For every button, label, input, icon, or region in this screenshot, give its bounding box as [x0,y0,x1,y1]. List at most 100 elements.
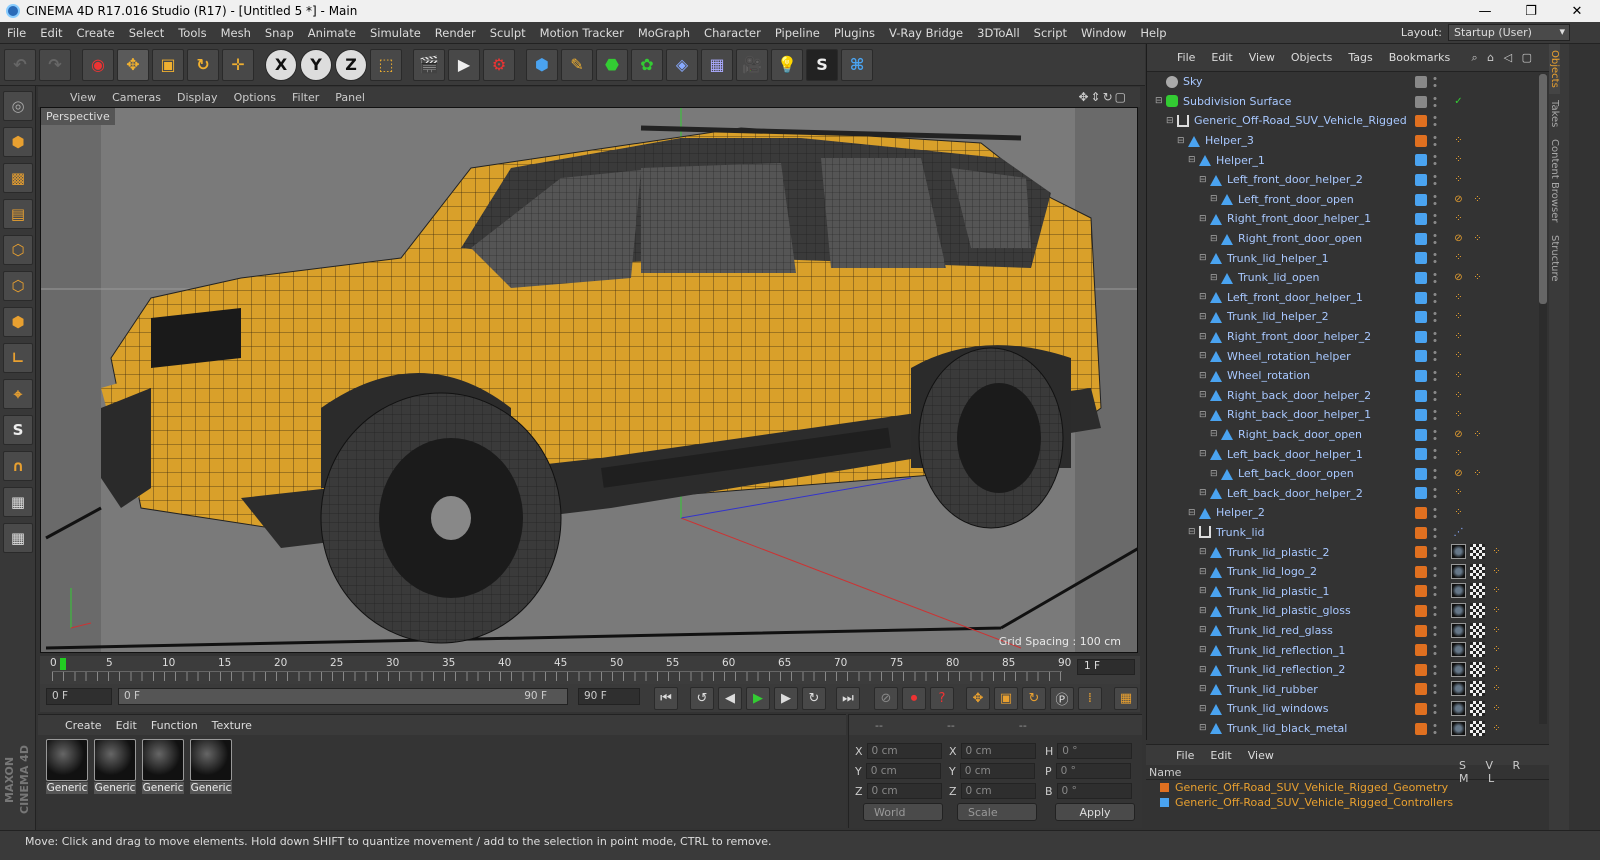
visibility-dots[interactable] [1433,682,1437,697]
render-settings-icon[interactable]: ⚙ [483,48,515,81]
object-row[interactable]: Sky [1147,72,1537,92]
coord-value-field[interactable]: 0 ° [1056,783,1132,799]
coord-value-field[interactable]: 0 cm [960,743,1036,759]
object-row[interactable]: ⊟ Trunk_lid_reflection_2 ⁘ [1147,660,1537,680]
ik-tag-icon[interactable]: ⁘ [1470,466,1485,481]
layer-row[interactable]: Generic_Off-Road_SUV_Vehicle_Rigged_Cont… [1146,795,1549,810]
object-row[interactable]: ⊟ Trunk_lid_logo_2 ⁘ [1147,562,1537,582]
go-to-end-icon[interactable]: ⏭ [836,687,860,710]
ik-tag-icon[interactable]: ⁘ [1451,446,1466,461]
ik-tag-icon[interactable]: ⁘ [1451,172,1466,187]
object-menu-objects[interactable]: Objects [1283,51,1341,64]
enabled-check-icon[interactable]: ✓ [1451,94,1466,109]
layer-swatch[interactable] [1415,115,1427,128]
texture-tag-icon[interactable] [1470,622,1485,638]
material-tag-icon[interactable] [1451,681,1466,697]
viewport-menu-display[interactable]: Display [169,91,226,104]
layer-swatch[interactable] [1415,546,1427,559]
menu-item-character[interactable]: Character [697,26,768,40]
object-row[interactable]: ⊟ Generic_Off-Road_SUV_Vehicle_Rigged [1147,111,1537,131]
menu-item-create[interactable]: Create [70,26,122,40]
layer-menu-view[interactable]: View [1240,749,1282,762]
object-row[interactable]: ⊟ Trunk_lid_rubber ⁘ [1147,679,1537,699]
object-manager-scrollbar[interactable] [1539,74,1547,724]
viewport-menu-options[interactable]: Options [226,91,284,104]
menu-item-plugins[interactable]: Plugins [827,26,882,40]
object-row[interactable]: ⊟ Left_front_door_helper_1 ⁘ [1147,288,1537,308]
ik-tag-icon[interactable]: ⁘ [1470,231,1485,246]
render-picture-viewer-icon[interactable]: ▶ [448,48,480,81]
viewport-nav-icons[interactable]: ✥⇕↻▢ [1078,90,1128,104]
visibility-dots[interactable] [1433,114,1437,129]
ik-tag-icon[interactable]: ⁘ [1451,152,1466,167]
visibility-dots[interactable] [1433,486,1437,501]
menu-item-mesh[interactable]: Mesh [214,26,258,40]
protection-tag-icon[interactable]: ⊘ [1451,466,1466,481]
solo-icon[interactable]: S [3,415,33,445]
visibility-dots[interactable] [1433,584,1437,599]
texture-tag-icon[interactable] [1470,563,1485,579]
coord-value-field[interactable]: 0 cm [959,763,1035,779]
expand-toggle[interactable]: ⊟ [1199,684,1207,694]
3d-viewport[interactable]: Perspective Grid Spacing : 100 cm [40,107,1138,653]
layer-swatch[interactable] [1415,291,1427,304]
material-tag-icon[interactable] [1451,603,1466,619]
layer-swatch[interactable] [1415,487,1427,500]
autokey-icon[interactable]: ⏺ [902,687,926,710]
timeline-window-icon[interactable]: ▦ [1114,687,1138,710]
layer-swatch[interactable] [1415,330,1427,343]
expand-toggle[interactable]: ⊟ [1166,116,1174,126]
ik-tag-icon[interactable]: ⁘ [1451,211,1466,226]
viewport-menu-filter[interactable]: Filter [284,91,327,104]
visibility-dots[interactable] [1433,623,1437,638]
expand-toggle[interactable]: ⊟ [1199,371,1207,381]
next-frame-icon[interactable]: ▶ [774,687,798,710]
menu-item-select[interactable]: Select [122,26,171,40]
layer-swatch[interactable] [1415,624,1427,637]
vray-icon[interactable]: S [806,48,838,81]
visibility-dots[interactable] [1433,702,1437,716]
ik-tag-icon[interactable]: ⁘ [1451,485,1466,500]
object-row[interactable]: ⊟ Right_front_door_open ⊘ ⁘ [1147,229,1537,249]
layer-swatch[interactable] [1415,507,1427,520]
maximize-button[interactable]: ❐ [1508,0,1554,22]
go-to-start-icon[interactable]: ⏮ [654,687,678,710]
object-row[interactable]: ⊟ Trunk_lid_red_glass ⁘ [1147,621,1537,641]
coord-scale-dropdown[interactable]: Scale [957,803,1037,821]
expand-toggle[interactable]: ⊟ [1177,136,1185,146]
redo-icon[interactable]: ↷ [39,48,71,81]
texture-tag-icon[interactable] [1470,642,1485,658]
minimize-button[interactable]: — [1462,0,1508,22]
render-view-icon[interactable]: 🎬 [413,48,445,81]
ik-tag-icon[interactable]: ⁘ [1489,662,1504,677]
visibility-dots[interactable] [1433,662,1437,677]
visibility-dots[interactable] [1433,251,1437,266]
layer-swatch[interactable] [1415,213,1427,226]
axis-mode-icon[interactable]: ∟ [3,343,33,373]
object-row[interactable]: ⊟ Left_front_door_helper_2 ⁘ [1147,170,1537,190]
ik-tag-icon[interactable]: ⁘ [1451,348,1466,363]
visibility-dots[interactable] [1433,525,1437,540]
edges-mode-icon[interactable]: ⬡ [3,271,33,301]
apply-button[interactable]: Apply [1055,803,1135,821]
make-editable-icon[interactable]: ◎ [3,91,33,121]
menu-item-snap[interactable]: Snap [258,26,301,40]
layer-row[interactable]: Generic_Off-Road_SUV_Vehicle_Rigged_Geom… [1146,780,1549,795]
expand-toggle[interactable]: ⊟ [1188,527,1196,537]
menu-item-v-ray-bridge[interactable]: V-Ray Bridge [882,26,970,40]
coord-value-field[interactable]: 0 ° [1057,743,1133,759]
expand-toggle[interactable]: ⊟ [1155,96,1163,106]
material-tag-icon[interactable] [1451,563,1466,579]
ik-tag-icon[interactable]: ⁘ [1451,290,1466,305]
expand-toggle[interactable]: ⊟ [1188,508,1196,518]
object-row[interactable]: ⊟ Trunk_lid ⋰ [1147,523,1537,543]
ik-tag-icon[interactable]: ⁘ [1489,721,1504,736]
texture-tag-icon[interactable] [1470,701,1485,716]
texture-mode-icon[interactable]: ▩ [3,163,33,193]
object-row[interactable]: ⊟ Trunk_lid_windows ⁘ [1147,699,1537,719]
layer-swatch[interactable] [1415,350,1427,363]
start-frame-field[interactable]: 0 F [46,688,112,705]
expand-toggle[interactable]: ⊟ [1210,429,1218,439]
expand-toggle[interactable]: ⊟ [1199,606,1207,616]
record-keys-icon[interactable]: ⊘ [874,687,898,710]
